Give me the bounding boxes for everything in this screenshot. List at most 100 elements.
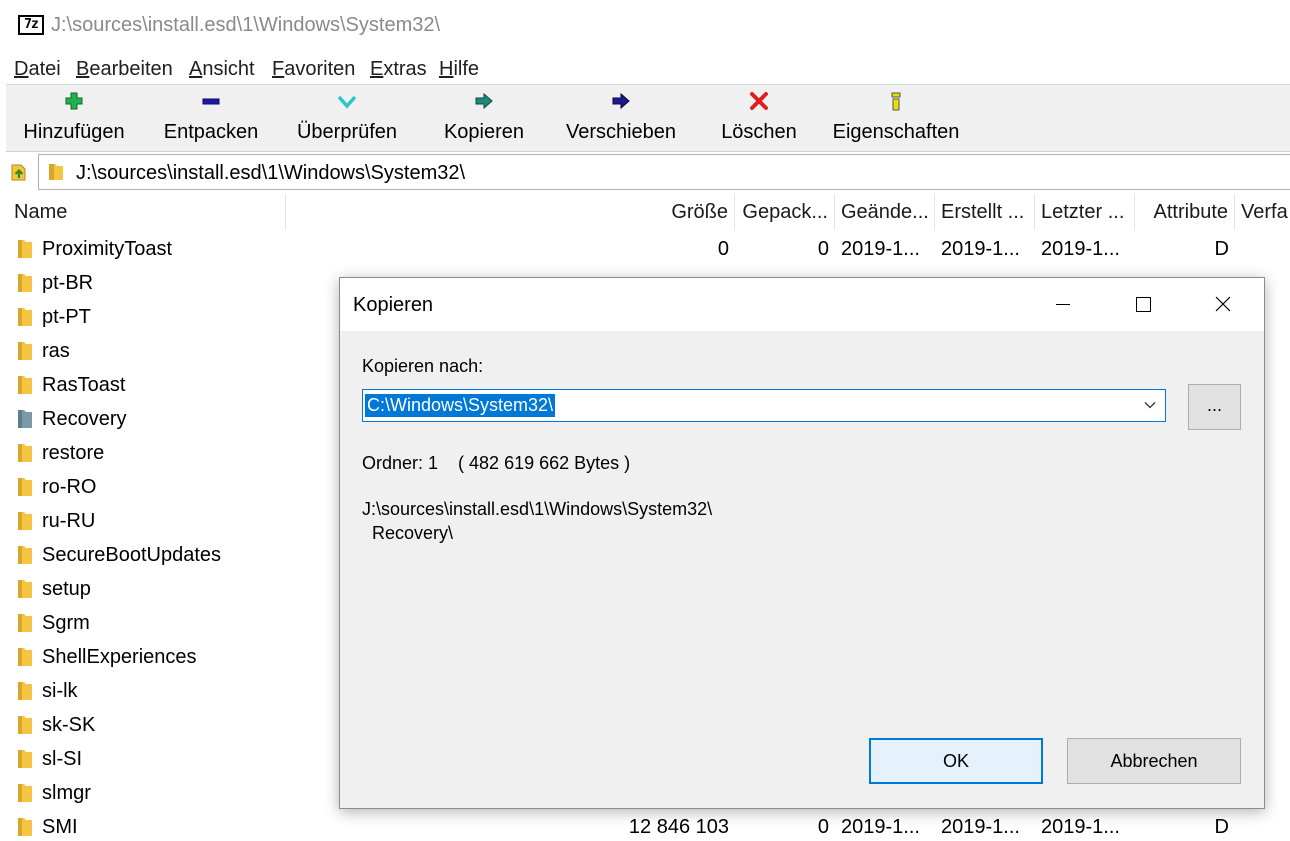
- folder-icon: [18, 818, 32, 836]
- cancel-button[interactable]: Abbrechen: [1067, 738, 1241, 784]
- toolbar-button-label: Überprüfen: [296, 121, 398, 143]
- folder-icon: [18, 308, 32, 326]
- menu-label: earbeiten: [89, 58, 173, 80]
- column-header-1[interactable]: Größe: [286, 194, 735, 230]
- item-created: 2019-1...: [941, 816, 1020, 838]
- list-item[interactable]: SMI 12 846 103 0 2019-1... 2019-1... 2019-1..…: [0, 810, 1290, 841]
- close-icon[interactable]: [1183, 278, 1263, 331]
- seven-zip-file-manager: 7z J:\sources\install.esd\1\Windows\Syst…: [0, 0, 1290, 841]
- item-packed: 0: [817, 238, 829, 260]
- source-item: Recovery\: [372, 523, 454, 543]
- item-name: restore: [42, 442, 105, 464]
- ok-button[interactable]: OK: [869, 738, 1043, 784]
- menu-accelerator: A: [189, 58, 203, 80]
- folder-icon: [18, 648, 32, 666]
- column-header-7[interactable]: Verfa: [1235, 194, 1290, 230]
- toolbar: Hinzufügen Entpacken Überprüfen Kopieren Ver…: [6, 85, 1290, 152]
- folder-size-info: Ordner: 1 ( 482 619 662 Bytes ): [362, 453, 631, 473]
- address-input[interactable]: J:\sources\install.esd\1\Windows\System3…: [38, 154, 1290, 190]
- folder-selected-icon: [18, 410, 32, 428]
- folder-icon: [18, 512, 32, 530]
- item-attr: D: [1214, 238, 1229, 260]
- app-logo-icon: 7z: [18, 15, 44, 35]
- address-value: J:\sources\install.esd\1\Windows\System3…: [76, 162, 466, 184]
- delete-x-icon: [750, 92, 768, 110]
- dialog-title: Kopieren: [353, 294, 434, 316]
- item-modified: 2019-1...: [841, 816, 920, 838]
- column-header-3[interactable]: Geände...: [835, 194, 935, 230]
- menu-accelerator: E: [370, 58, 384, 80]
- toolbar-button-6[interactable]: Eigenschaften: [826, 85, 966, 151]
- column-header-5[interactable]: Letzter ...: [1035, 194, 1135, 230]
- toolbar-button-1[interactable]: Entpacken: [156, 85, 266, 151]
- list-item[interactable]: ProximityToast 0 0 2019-1... 2019-1... 2019-1…: [0, 232, 1290, 266]
- item-name: ShellExperiences: [42, 646, 197, 668]
- item-name: SecureBootUpdates: [42, 544, 222, 566]
- minimize-icon[interactable]: [1023, 278, 1103, 331]
- folder-icon: [18, 614, 32, 632]
- item-attr: D: [1214, 816, 1229, 838]
- item-name: pt-BR: [42, 272, 94, 294]
- item-name: slmgr: [42, 782, 91, 804]
- item-accessed: 2019-1...: [1041, 816, 1120, 838]
- toolbar-button-label: Verschieben: [565, 121, 677, 143]
- chevron-down-icon[interactable]: [1143, 398, 1157, 412]
- toolbar-button-label: Löschen: [721, 121, 797, 143]
- destination-combobox[interactable]: C:\Windows\System32\: [362, 389, 1166, 422]
- info-icon: [891, 92, 901, 111]
- column-header-0[interactable]: Name: [8, 194, 286, 230]
- maximize-icon[interactable]: [1103, 278, 1183, 331]
- check-icon: [337, 95, 357, 109]
- item-name: setup: [42, 578, 91, 600]
- menu-label: nsicht: [202, 58, 255, 80]
- menu-item-extras[interactable]: Extras: [370, 58, 427, 81]
- menu-accelerator: D: [14, 58, 29, 80]
- toolbar-button-2[interactable]: Überprüfen: [287, 85, 407, 151]
- menu-label: atei: [28, 58, 61, 80]
- menu-item-ansicht[interactable]: Ansicht: [189, 58, 255, 81]
- menu-item-bearbeiten[interactable]: Bearbeiten: [76, 58, 173, 81]
- toolbar-button-label: Eigenschaften: [832, 121, 960, 143]
- column-header-6[interactable]: Attribute: [1135, 194, 1235, 230]
- toolbar-button-label: Entpacken: [163, 121, 259, 143]
- menu-label: avoriten: [284, 58, 356, 80]
- address-bar: J:\sources\install.esd\1\Windows\System3…: [0, 152, 1290, 192]
- menu-item-favoriten[interactable]: Favoriten: [272, 58, 355, 81]
- item-name: ru-RU: [42, 510, 96, 532]
- item-name: ro-RO: [42, 476, 97, 498]
- folder-icon: [18, 750, 32, 768]
- item-name: sl-SI: [42, 748, 82, 770]
- folder-icon: [49, 164, 63, 180]
- menu-accelerator: H: [439, 58, 454, 80]
- menu-label: xtras: [383, 58, 427, 80]
- column-header-4[interactable]: Erstellt ...: [935, 194, 1035, 230]
- menu-label: ilfe: [453, 58, 480, 80]
- destination-value[interactable]: C:\Windows\System32\: [365, 394, 556, 417]
- item-name: ProximityToast: [42, 238, 173, 260]
- folder-icon: [18, 682, 32, 700]
- toolbar-button-3[interactable]: Kopieren: [434, 85, 534, 151]
- menu-bar: Datei Bearbeiten Ansicht Favoriten Extras Hil…: [0, 54, 1290, 86]
- item-name: pt-PT: [42, 306, 91, 328]
- toolbar-button-4[interactable]: Verschieben: [556, 85, 686, 151]
- item-name: Recovery: [42, 408, 127, 430]
- toolbar-button-5[interactable]: Löschen: [714, 85, 804, 151]
- menu-item-hilfe[interactable]: Hilfe: [439, 58, 479, 81]
- toolbar-button-0[interactable]: Hinzufügen: [14, 85, 134, 151]
- item-name: sk-SK: [42, 714, 96, 736]
- up-folder-icon[interactable]: [10, 162, 28, 182]
- menu-accelerator: F: [272, 58, 285, 80]
- column-header-2[interactable]: Gepack...: [735, 194, 835, 230]
- title-bar: 7z J:\sources\install.esd\1\Windows\Syst…: [0, 0, 1290, 54]
- menu-item-datei[interactable]: Datei: [14, 58, 61, 81]
- item-name: si-lk: [42, 680, 78, 702]
- source-path: J:\sources\install.esd\1\Windows\System3…: [362, 499, 713, 519]
- destination-label: Kopieren nach:: [362, 356, 484, 376]
- browse-button[interactable]: ...: [1188, 384, 1241, 430]
- item-packed: 0: [817, 816, 829, 838]
- item-accessed: 2019-1...: [1041, 238, 1120, 260]
- menu-accelerator: B: [76, 58, 90, 80]
- item-size: 0: [717, 238, 729, 260]
- item-name: ras: [42, 340, 70, 362]
- folder-icon: [18, 784, 32, 802]
